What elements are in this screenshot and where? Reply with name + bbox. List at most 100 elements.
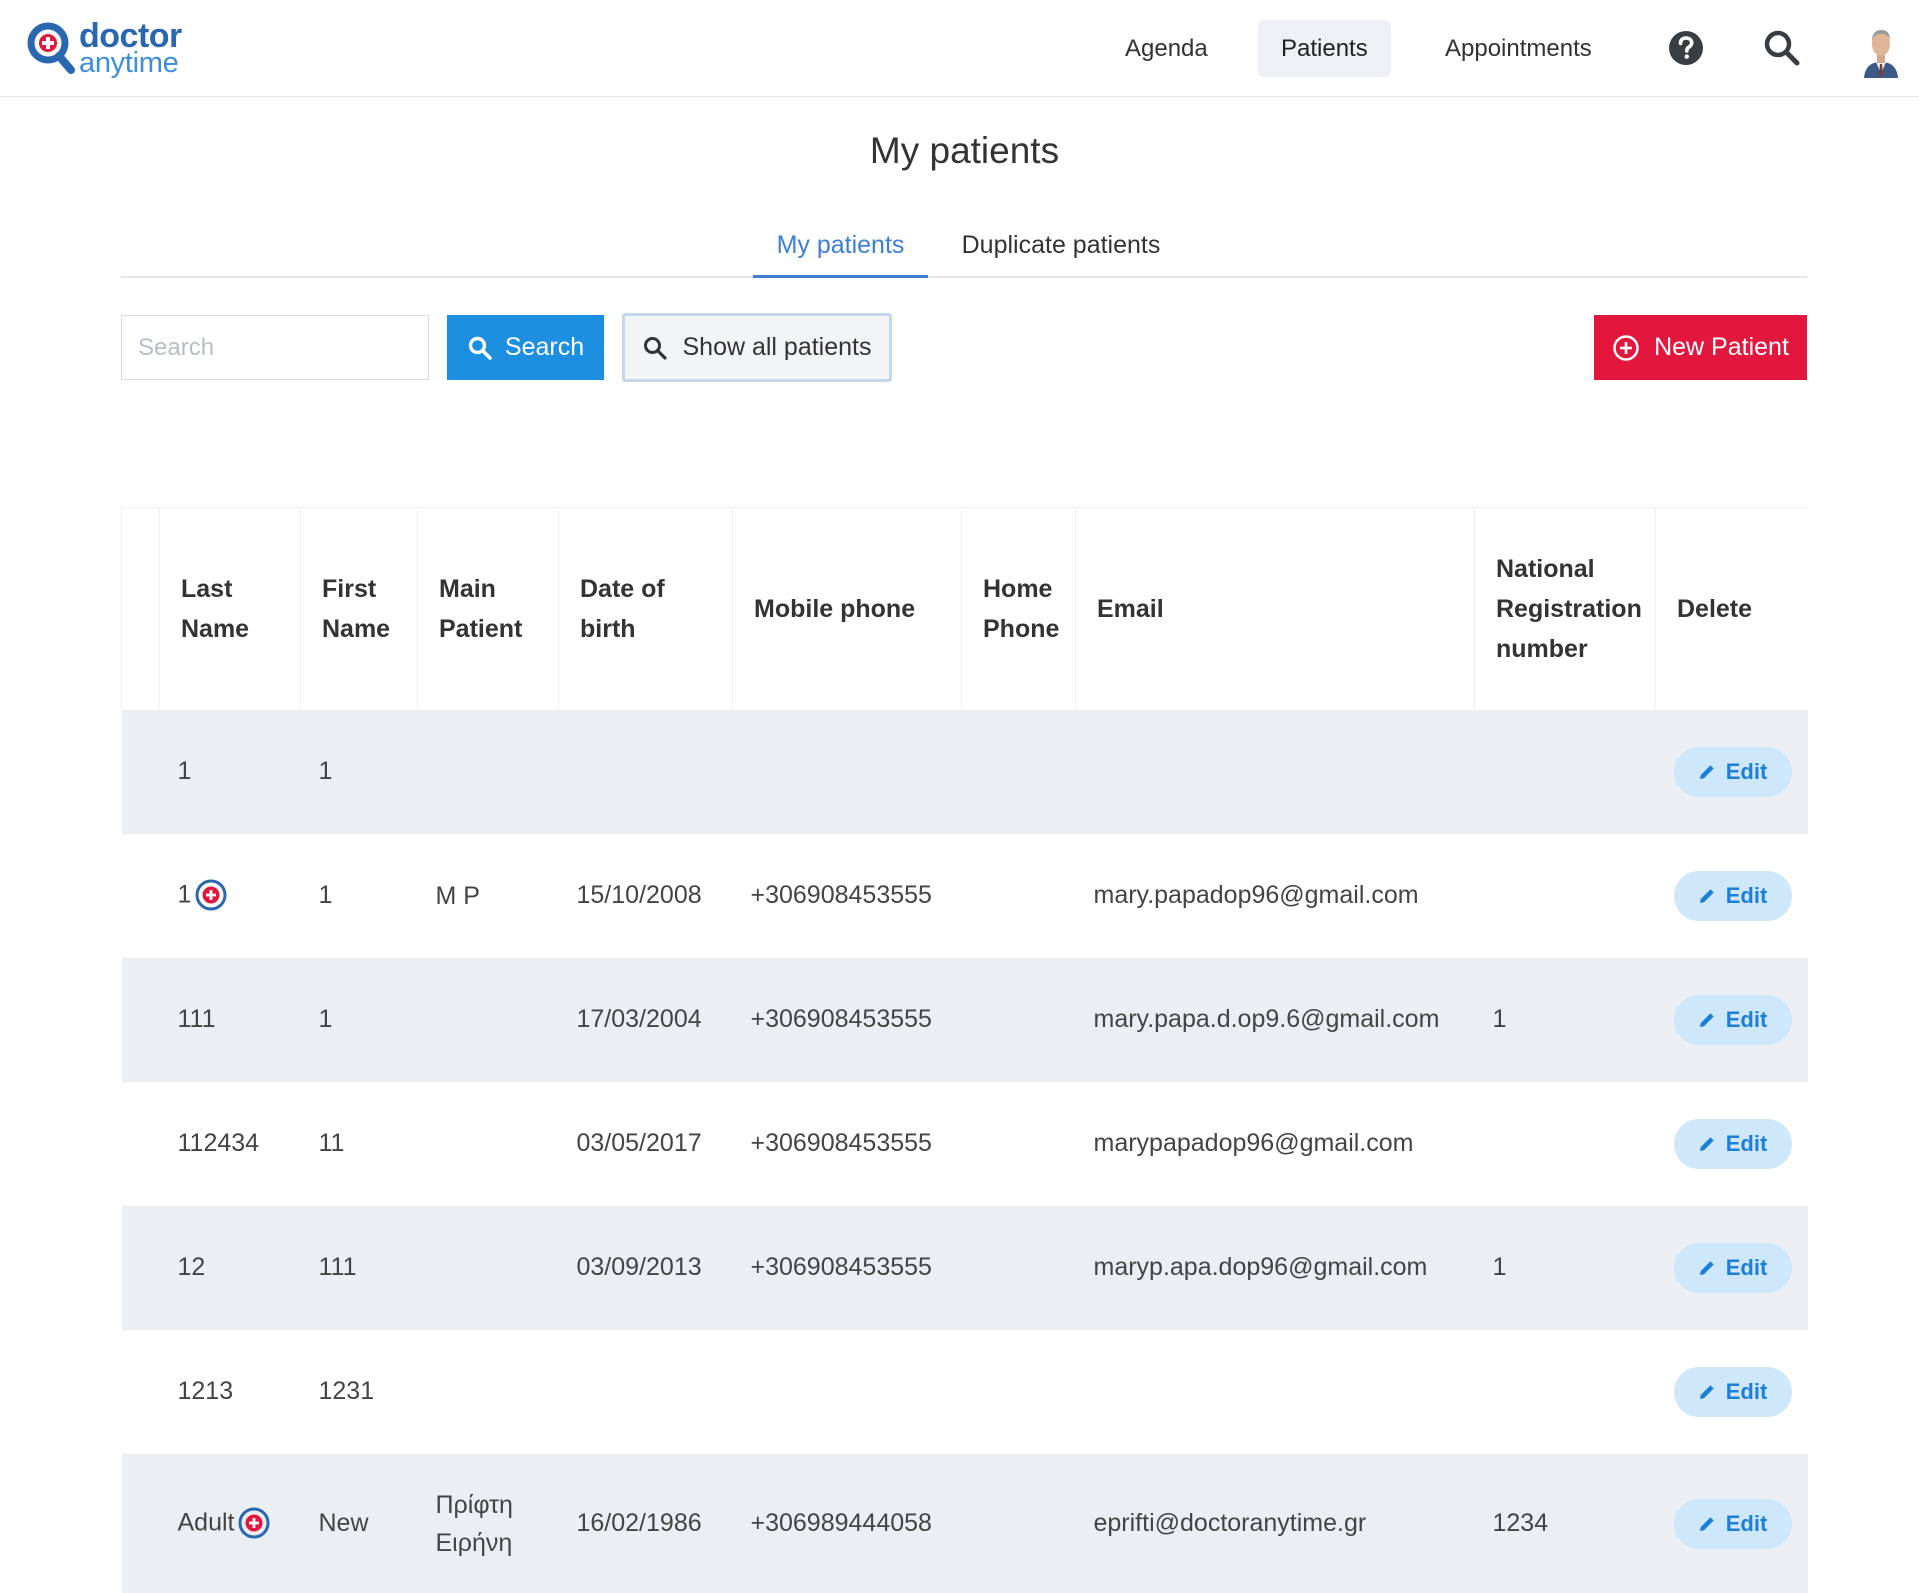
row-spacer-cell	[121, 1329, 160, 1454]
table-row[interactable]: 111 1 17/03/2004 +306908453555 mary.papa.d.o…	[121, 957, 1808, 1082]
page-title: My patients	[869, 130, 1060, 171]
first-name-cell: 1	[300, 957, 418, 1082]
last-name-cell: 1	[159, 833, 301, 958]
first-name-cell: 1231	[300, 1329, 418, 1454]
patients-table: Last Name First Name Main Patient Date o…	[121, 507, 1808, 1593]
row-spacer-cell	[121, 1081, 160, 1206]
table-row[interactable]: Adult New Πρίφτη Ειρήνη 16/02/1986 +30698944…	[121, 1453, 1808, 1593]
date-of-birth-cell	[558, 1329, 733, 1454]
tab-duplicate-patients[interactable]: Duplicate patients	[951, 220, 1171, 278]
edit-button[interactable]: Edit	[1673, 1366, 1792, 1417]
column-header-mobile-phone[interactable]: Mobile phone	[732, 507, 962, 710]
table-row[interactable]: 112434 11 03/05/2017 +306908453555 marypapad…	[121, 1081, 1808, 1206]
email-cell: maryp.apa.dop96@gmail.com	[1075, 1205, 1475, 1330]
main-patient-cell: Πρίφτη Ειρήνη	[417, 1453, 559, 1593]
column-header-first-name[interactable]: First Name	[300, 507, 418, 710]
pencil-icon	[1699, 888, 1714, 903]
edit-button-label: Edit	[1725, 882, 1768, 908]
edit-button[interactable]: Edit	[1673, 1498, 1792, 1549]
main-patient-cell: M P	[417, 833, 559, 958]
last-name-text: 111	[177, 1005, 216, 1033]
last-name-text: 1	[177, 880, 192, 909]
tab-my-patients[interactable]: My patients	[753, 220, 928, 278]
search-button[interactable]: Search	[447, 315, 604, 380]
email-cell	[1075, 1329, 1475, 1454]
national-registration-cell	[1474, 709, 1656, 834]
column-header-main-patient[interactable]: Main Patient	[417, 507, 559, 710]
edit-cell: Edit	[1655, 709, 1808, 834]
home-phone-cell	[961, 1329, 1076, 1454]
national-registration-cell	[1474, 833, 1656, 958]
first-name-cell: 11	[300, 1081, 418, 1206]
show-all-patients-label: Show all patients	[682, 333, 872, 361]
search-input[interactable]	[121, 315, 429, 380]
edit-cell: Edit	[1655, 957, 1808, 1082]
edit-button-label: Edit	[1725, 1510, 1768, 1536]
main-patient-cell	[417, 957, 559, 1082]
last-name-text: 12	[177, 1253, 206, 1281]
edit-cell: Edit	[1655, 1453, 1808, 1593]
nav-item-agenda[interactable]: Agenda	[1102, 20, 1231, 77]
last-name-text: 112434	[177, 1129, 260, 1157]
edit-button[interactable]: Edit	[1673, 870, 1792, 921]
edit-cell: Edit	[1655, 1329, 1808, 1454]
edit-button[interactable]: Edit	[1673, 994, 1792, 1045]
user-avatar[interactable]	[1860, 22, 1902, 78]
nav-item-patients[interactable]: Patients	[1258, 20, 1391, 77]
edit-button[interactable]: Edit	[1673, 1242, 1792, 1293]
national-registration-cell: 1	[1474, 957, 1656, 1082]
question-circle-icon[interactable]	[1666, 28, 1706, 68]
last-name-cell: 111	[159, 957, 301, 1082]
pencil-icon	[1699, 1516, 1714, 1531]
email-cell: eprifti@doctoranytime.gr	[1075, 1453, 1475, 1593]
logo[interactable]: doctor anytime	[25, 18, 182, 78]
new-patient-label: New Patient	[1654, 333, 1789, 361]
pencil-icon	[1699, 1012, 1714, 1027]
last-name-cell: 1213	[159, 1329, 301, 1454]
magnifier-icon	[644, 336, 668, 360]
pencil-icon	[1699, 1136, 1714, 1151]
edit-button[interactable]: Edit	[1673, 746, 1792, 797]
table-row[interactable]: 1213 1231 Edit	[121, 1329, 1808, 1454]
show-all-patients-button[interactable]: Show all patients	[622, 313, 892, 382]
top-navigation-bar: doctor anytime Agenda Patients Appointme…	[0, 0, 1919, 97]
first-name-cell: New	[300, 1453, 418, 1593]
date-of-birth-cell	[558, 709, 733, 834]
mobile-phone-cell: +306908453555	[732, 1205, 962, 1330]
table-row[interactable]: 12 111 03/09/2013 +306908453555 maryp.apa.do…	[121, 1205, 1808, 1330]
column-header-delete: Delete	[1655, 507, 1808, 710]
logo-text: doctor anytime	[79, 19, 182, 78]
last-name-text: 1213	[177, 1377, 234, 1405]
first-name-cell: 1	[300, 833, 418, 958]
plus-circle-icon	[1613, 334, 1639, 361]
tab-bar: My patients Duplicate patients	[121, 220, 1807, 278]
edit-button[interactable]: Edit	[1673, 1118, 1792, 1169]
new-patient-button[interactable]: New Patient	[1594, 315, 1807, 380]
pencil-icon	[1699, 1384, 1714, 1399]
column-header-last-name[interactable]: Last Name	[159, 507, 301, 710]
email-cell	[1075, 709, 1475, 834]
row-spacer-cell	[121, 1205, 160, 1330]
column-header-date-of-birth[interactable]: Date of birth	[558, 507, 733, 710]
mobile-phone-cell: +306908453555	[732, 957, 962, 1082]
logo-word-anytime: anytime	[79, 46, 179, 79]
last-name-text: 1	[177, 757, 192, 785]
table-row[interactable]: 11M P 15/10/2008 +306908453555 mary.papadop…	[121, 833, 1808, 958]
pencil-icon	[1699, 764, 1714, 779]
column-header-national-registration-number[interactable]: National Registration number	[1474, 507, 1656, 710]
mobile-phone-cell: +306908453555	[732, 1081, 962, 1206]
edit-button-label: Edit	[1725, 1378, 1768, 1404]
table-row[interactable]: 1 1 Edit	[121, 709, 1808, 834]
table-body: 1 1 Edit 1 1 M P 15/10/2008 +306908453555 mary.p…	[121, 709, 1808, 1593]
column-header-email[interactable]: Email	[1075, 507, 1475, 710]
national-registration-cell: 1	[1474, 1205, 1656, 1330]
home-phone-cell	[961, 1081, 1076, 1206]
column-header-home-phone[interactable]: Home Phone	[961, 507, 1076, 710]
magnifier-icon[interactable]	[1762, 28, 1802, 68]
main-patient-badge-icon	[238, 1507, 270, 1538]
date-of-birth-cell: 17/03/2004	[558, 957, 733, 1082]
date-of-birth-cell: 03/09/2013	[558, 1205, 733, 1330]
row-spacer-cell	[121, 957, 160, 1082]
nav-item-appointments[interactable]: Appointments	[1422, 20, 1615, 77]
edit-button-label: Edit	[1725, 758, 1768, 784]
